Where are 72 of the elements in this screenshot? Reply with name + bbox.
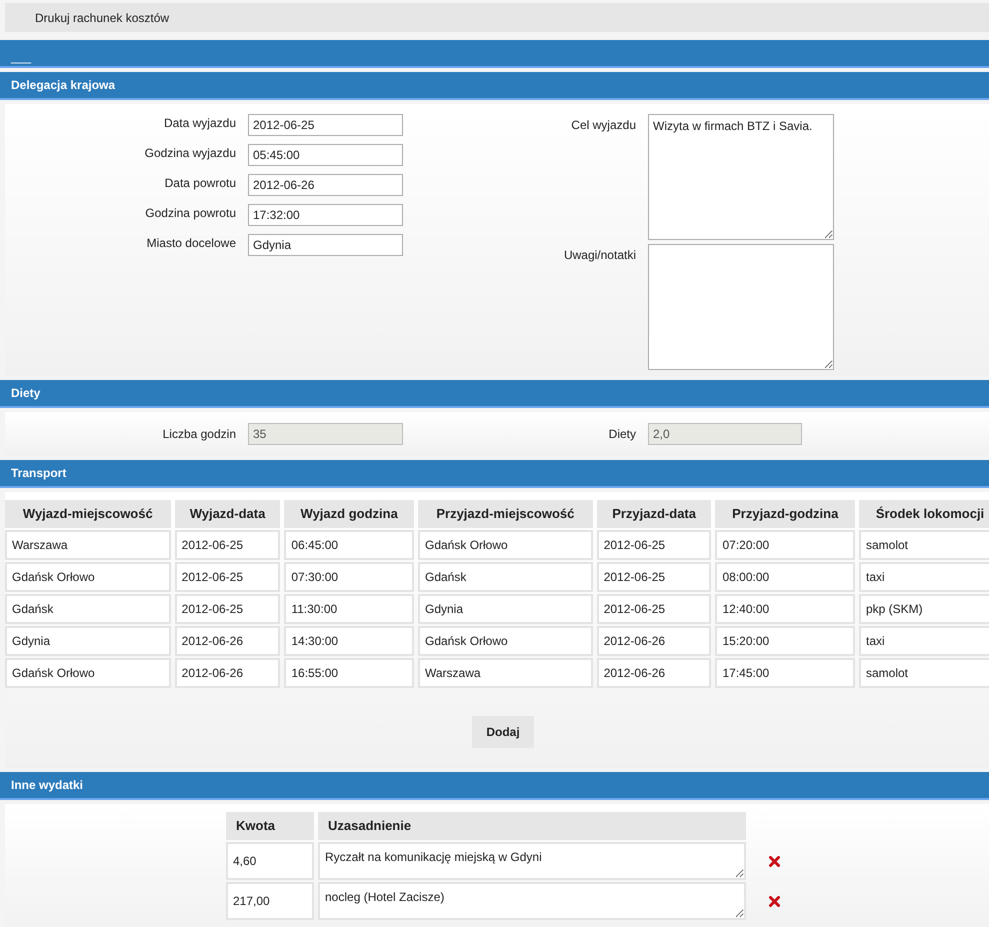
field-label: Godzina wyjazdu [144, 145, 237, 162]
print-link[interactable]: Drukuj rachunek kosztów [35, 8, 170, 26]
field-label: Diety [608, 426, 637, 443]
column-header: Wyjazd-miejscowość [5, 500, 171, 528]
column-header: Przyjazd-godzina [715, 500, 855, 528]
input-field[interactable]: 2012-06-25 [248, 114, 403, 136]
table-cell: 15:20:00 [715, 626, 855, 656]
table-cell: samolot [859, 658, 989, 688]
table-cell: 2012-06-25 [174, 594, 280, 624]
field-label: Uwagi/notatki [562, 247, 637, 264]
table-cell: 2012-06-25 [174, 530, 280, 560]
table-cell: taxi [859, 626, 989, 656]
table-cell: 07:20:00 [715, 530, 855, 560]
table-cell: Gdańsk Orłowo [418, 626, 593, 656]
delete-icon[interactable] [769, 896, 780, 908]
table-cell: 2012-06-26 [596, 626, 712, 656]
table-cell: 2012-06-25 [596, 530, 712, 560]
input-field[interactable]: 05:45:00 [248, 144, 403, 166]
table-cell: 14:30:00 [284, 626, 414, 656]
column-header: Kwota [226, 812, 314, 840]
table-cell: 2012-06-26 [174, 626, 280, 656]
field-label: Data powrotu [164, 175, 237, 192]
table-cell: Gdynia [418, 594, 593, 624]
table-cell: 4,60 [226, 842, 314, 880]
table-cell: samolot [859, 530, 989, 560]
table-cell: 08:00:00 [715, 562, 855, 592]
table-cell: 12:40:00 [715, 594, 855, 624]
table-cell: 16:55:00 [284, 658, 414, 688]
table-cell: 2012-06-26 [174, 658, 280, 688]
table-cell: 11:30:00 [284, 594, 414, 624]
table-cell: 2012-06-25 [596, 594, 712, 624]
table-cell: Gdańsk Orłowo [5, 562, 171, 592]
input-field[interactable]: Gdynia [248, 234, 403, 256]
column-header: Wyjazd godzina [284, 500, 414, 528]
section-header: Inne wydatki [0, 772, 989, 800]
table-cell: Gdynia [5, 626, 171, 656]
table-cell: 17:45:00 [715, 658, 855, 688]
column-header: Przyjazd-miejscowość [418, 500, 593, 528]
section-header: Delegacja krajowa [0, 72, 989, 100]
column-header: Uzasadnienie [318, 812, 746, 840]
text-area[interactable]: Ryczałt na komunikację miejską w Gdyni [318, 842, 746, 880]
field-label: Liczba godzin [162, 426, 237, 443]
table-cell: 2012-06-25 [174, 562, 280, 592]
field-label: Data wyjazdu [162, 115, 237, 132]
field-label: Cel wyjazdu [570, 117, 637, 134]
text-area[interactable]: Wizyta w firmach BTZ i Savia. [648, 114, 834, 240]
table-cell: 07:30:00 [284, 562, 414, 592]
table-cell: pkp (SKM) [859, 594, 989, 624]
table-cell: Gdańsk [418, 562, 593, 592]
input-field[interactable]: 17:32:00 [248, 204, 403, 226]
table-cell: Warszawa [5, 530, 171, 560]
add-button[interactable]: Dodaj [472, 716, 534, 748]
table-cell: Gdańsk [5, 594, 171, 624]
table-cell: 06:45:00 [284, 530, 414, 560]
section-header: Transport [0, 460, 989, 488]
delete-icon[interactable] [769, 856, 780, 868]
table-cell: 2012-06-25 [596, 562, 712, 592]
column-header: Wyjazd-data [174, 500, 280, 528]
text-area[interactable]: nocleg (Hotel Zacisze) [318, 882, 746, 920]
field-label: Godzina powrotu [144, 205, 237, 222]
table-cell: 217,00 [226, 882, 314, 920]
field-label: Miasto docelowe [146, 235, 237, 252]
table-cell: 2012-06-26 [596, 658, 712, 688]
column-header: Środek lokomocji [859, 500, 989, 528]
table-cell: Gdańsk Orłowo [418, 530, 593, 560]
top-link[interactable]: ___ [11, 48, 32, 66]
table-cell: Gdańsk Orłowo [5, 658, 171, 688]
table-cell: taxi [859, 562, 989, 592]
section-header: Diety [0, 380, 989, 408]
table-cell: Warszawa [418, 658, 593, 688]
column-header: Przyjazd-data [596, 500, 712, 528]
input-field[interactable]: 2012-06-26 [248, 174, 403, 196]
